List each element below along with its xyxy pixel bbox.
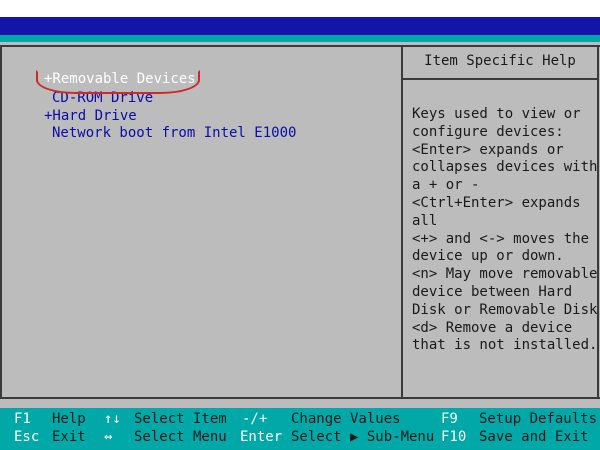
key-up-down-desc: Select Item: [134, 411, 227, 427]
help-line: all: [412, 212, 438, 229]
top-margin: [0, 0, 600, 17]
bios-title-bar: [0, 17, 600, 35]
help-panel-divider: [401, 45, 403, 399]
help-line: <n> May move removable: [412, 266, 598, 283]
key-minus-plus[interactable]: -/+: [242, 410, 267, 428]
key-f1-desc: Help: [52, 411, 86, 427]
help-line: Disk or Removable Disk: [412, 301, 598, 318]
panel-border-bottom: [0, 397, 600, 399]
key-esc[interactable]: Esc: [14, 428, 39, 446]
help-line: device between Hard: [412, 283, 573, 300]
key-left-right-desc: Select Menu: [134, 429, 227, 445]
panel-border-top: [0, 45, 600, 47]
help-title-divider: [401, 78, 599, 80]
help-line: <+> and <-> moves the: [412, 230, 590, 247]
key-enter-desc: Select ▶ Sub-Menu: [291, 429, 435, 445]
boot-item-network-boot[interactable]: Network boot from Intel E1000: [52, 124, 296, 142]
help-line: <Ctrl+Enter> expands: [412, 194, 581, 211]
help-text: Keys used to view or configure devices: …: [412, 106, 598, 355]
key-esc-desc: Exit: [52, 429, 86, 445]
help-line: a + or -: [412, 177, 480, 194]
boot-item-hard-drive[interactable]: +Hard Drive: [44, 107, 137, 125]
help-line: configure devices:: [412, 123, 564, 140]
help-line: collapses devices with: [412, 159, 598, 176]
help-line: device up or down.: [412, 248, 564, 265]
help-line: Keys used to view or: [412, 106, 581, 122]
key-minus-plus-desc: Change Values: [291, 411, 401, 427]
selection-annotation-circle: [36, 70, 200, 94]
key-f9-desc: Setup Defaults: [479, 411, 598, 427]
menu-bar: [0, 35, 600, 42]
key-f9[interactable]: F9: [441, 410, 458, 428]
key-f10[interactable]: F10: [441, 428, 466, 446]
key-f10-desc: Save and Exit: [479, 429, 589, 445]
help-line: <Enter> expands or: [412, 141, 564, 158]
help-line: that is not installed.: [412, 337, 598, 354]
key-enter[interactable]: Enter: [240, 428, 282, 446]
help-line: <d> Remove a device: [412, 319, 573, 336]
panel-border-right: [597, 45, 599, 399]
key-up-down[interactable]: ↑↓: [104, 410, 121, 428]
key-left-right[interactable]: ↔: [104, 428, 112, 446]
key-legend-bar: F1 Help ↑↓ Select Item -/+ Change Values…: [0, 408, 600, 450]
key-f1[interactable]: F1: [14, 410, 31, 428]
help-panel-title: Item Specific Help: [424, 53, 576, 69]
